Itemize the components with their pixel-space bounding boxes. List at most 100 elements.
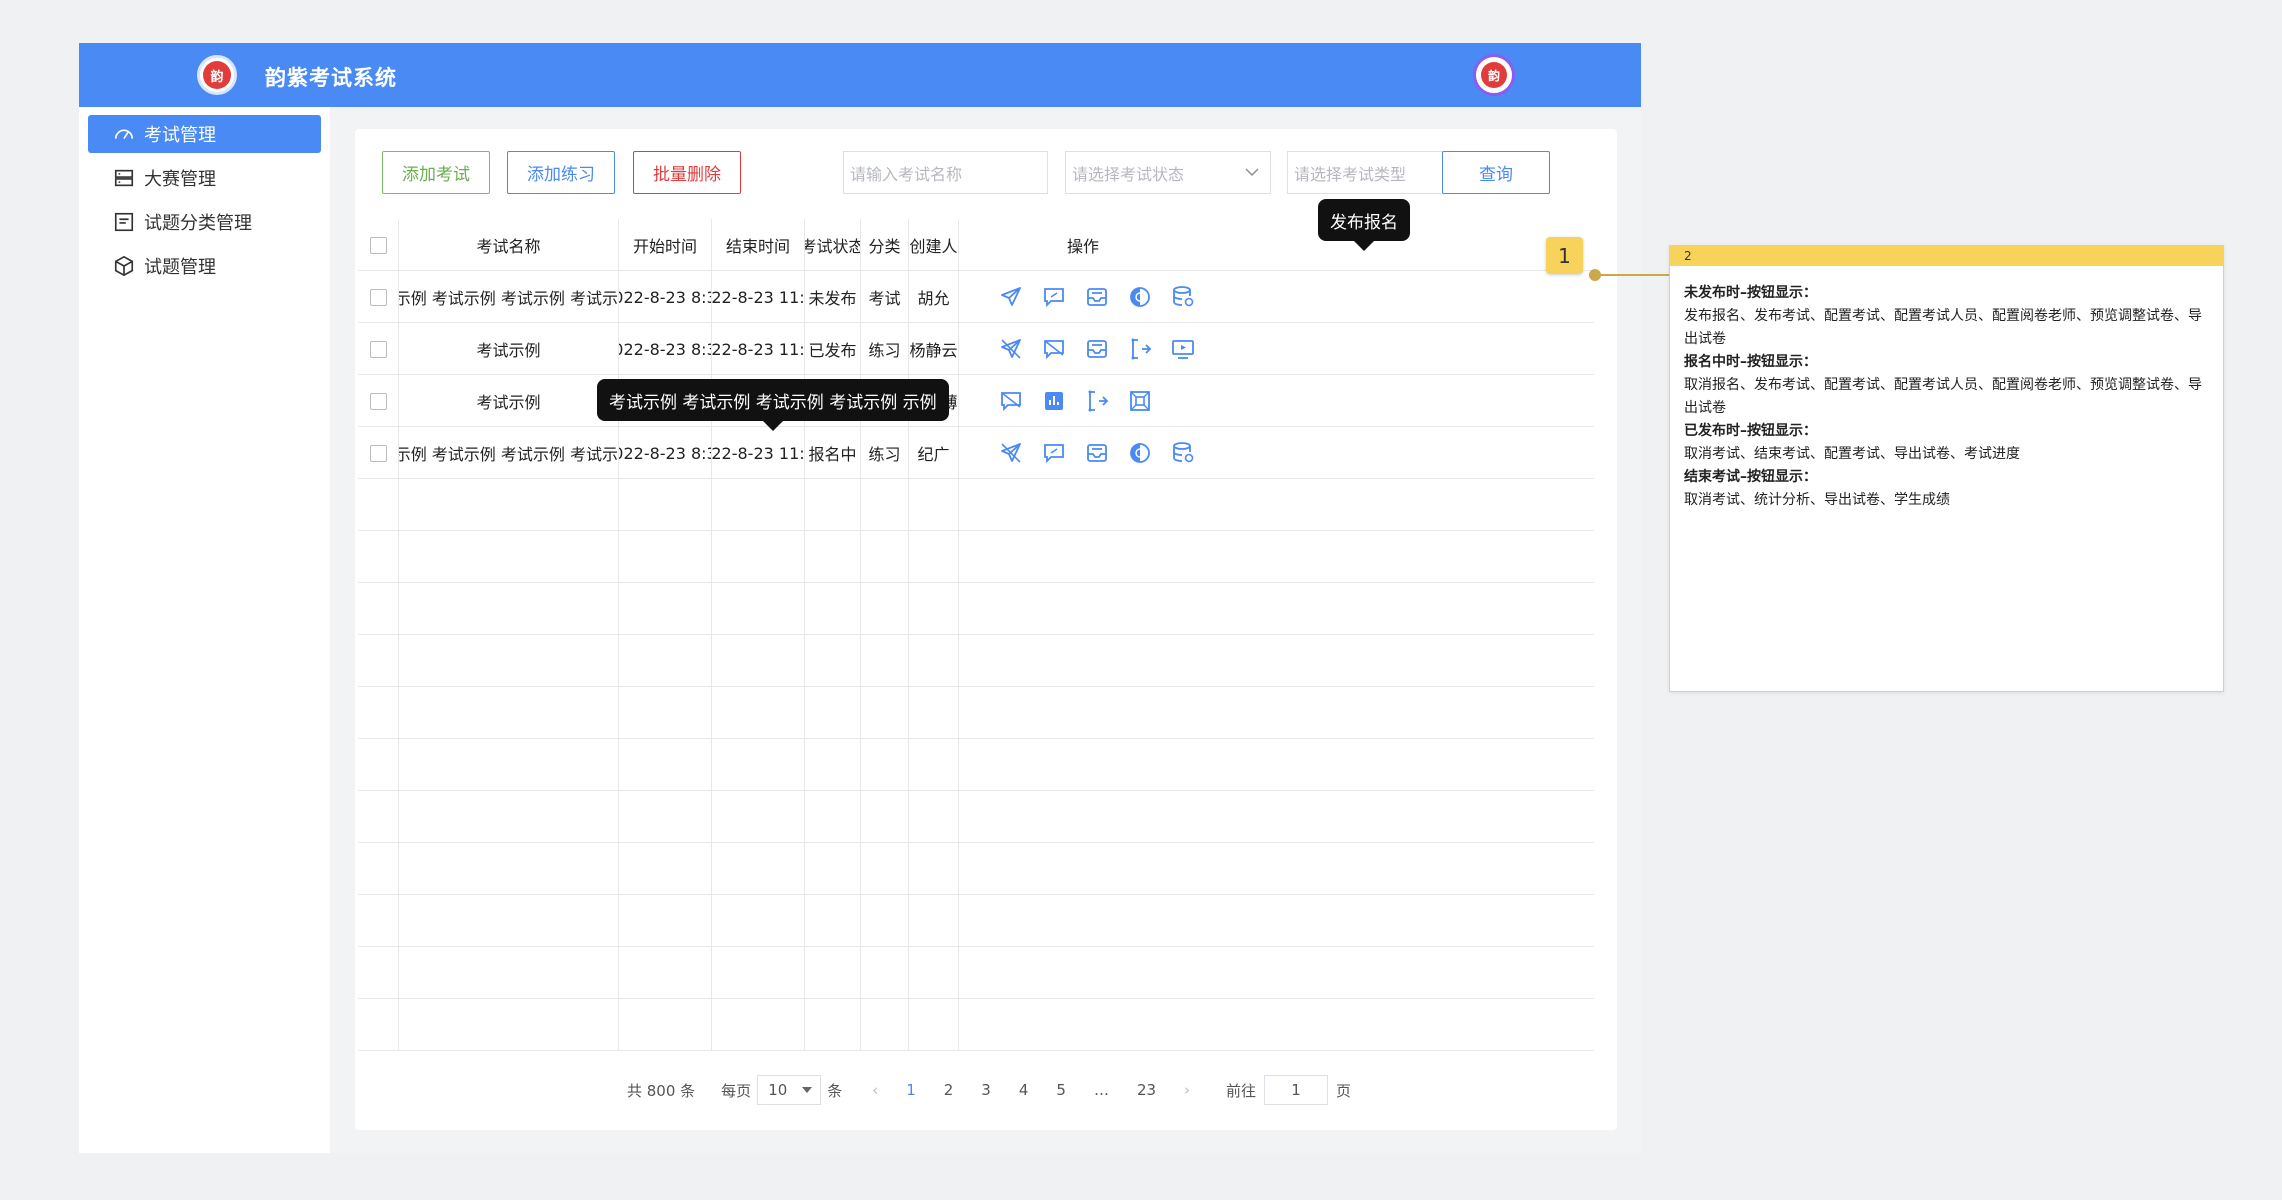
page-number[interactable]: 2 <box>944 1081 954 1099</box>
cell-category: 练习 <box>861 427 909 479</box>
empty-cell <box>805 635 861 687</box>
empty-cell <box>805 531 861 583</box>
note-body: 未发布时–按钮显示： 发布报名、发布考试、配置考试、配置考试人员、配置阅卷老师、预… <box>1670 266 2223 512</box>
main-panel: 添加考试 添加练习 批量删除 请输入考试名称 请选择考试状态 请选择考试类型 查… <box>355 129 1617 1130</box>
caret-down-icon <box>802 1087 813 1093</box>
empty-cell <box>909 843 959 895</box>
table-row: 考试示例2022-8-23 8:302022-8-23 11:30已发布练习杨静… <box>358 323 1594 375</box>
empty-cell <box>909 583 959 635</box>
message-off-icon[interactable] <box>1042 337 1066 361</box>
sidebar-item-1[interactable]: 大赛管理 <box>88 159 321 197</box>
publish-tooltip: 发布报名 <box>1318 199 1410 251</box>
total-count: 共 800 条 <box>627 1081 696 1100</box>
sidebar-item-2[interactable]: 试题分类管理 <box>88 203 321 241</box>
exam-name-search-input[interactable]: 请输入考试名称 <box>843 151 1048 194</box>
cell-start: 2022-8-23 8:30 <box>619 427 712 479</box>
checkbox-cell <box>358 323 399 375</box>
database-icon[interactable] <box>1171 285 1195 309</box>
empty-row <box>358 739 1594 791</box>
page-number[interactable]: … <box>1094 1081 1109 1099</box>
cell-status: 未发布 <box>805 271 861 323</box>
empty-cell <box>399 635 619 687</box>
exam-status-select[interactable]: 请选择考试状态 <box>1065 151 1271 194</box>
row-checkbox[interactable] <box>369 340 387 358</box>
empty-cell <box>712 531 805 583</box>
cell-category: 练习 <box>861 323 909 375</box>
cell-end: 2022-8-23 11:30 <box>712 427 805 479</box>
export-icon[interactable] <box>1085 389 1109 413</box>
monitor-play-icon[interactable] <box>1171 337 1195 361</box>
select-all-cell <box>358 219 399 271</box>
goto-page-input[interactable]: 1 <box>1264 1075 1329 1105</box>
empty-cell <box>959 531 1207 583</box>
message-edit-icon[interactable] <box>1042 441 1066 465</box>
cell-creator: 杨静云 <box>909 323 959 375</box>
page-list: 1 2 3 4 5… 23 <box>892 1081 1170 1099</box>
empty-row <box>358 999 1594 1051</box>
empty-cell <box>959 739 1207 791</box>
empty-row <box>358 843 1594 895</box>
sidebar-item-label: 大赛管理 <box>144 169 216 190</box>
query-button[interactable]: 查询 <box>1442 151 1550 194</box>
next-page-button[interactable]: › <box>1184 1081 1190 1099</box>
send-icon[interactable] <box>999 285 1023 309</box>
row-checkbox[interactable] <box>369 444 387 462</box>
send-cancel-icon[interactable] <box>999 337 1023 361</box>
cell-creator: 胡允 <box>909 271 959 323</box>
inbox-icon[interactable] <box>1085 441 1109 465</box>
note-section-title: 未发布时–按钮显示： <box>1684 285 1817 301</box>
page-number[interactable]: 4 <box>1019 1081 1029 1099</box>
cell-operations <box>959 323 1207 375</box>
row-checkbox[interactable] <box>369 236 387 254</box>
inbox-icon[interactable] <box>1085 285 1109 309</box>
page-number[interactable]: 3 <box>981 1081 991 1099</box>
empty-cell <box>712 843 805 895</box>
send-cancel-icon[interactable] <box>999 441 1023 465</box>
sidebar-item-3[interactable]: 试题管理 <box>88 247 321 285</box>
row-checkbox[interactable] <box>369 288 387 306</box>
empty-cell <box>861 635 909 687</box>
cell-start: 2022-8-23 8:30 <box>619 271 712 323</box>
empty-cell <box>619 635 712 687</box>
database-icon[interactable] <box>1171 441 1195 465</box>
note-section-text: 取消考试、结束考试、配置考试、导出试卷、考试进度 <box>1684 446 2020 462</box>
sidebar-item-0[interactable]: 考试管理 <box>88 115 321 153</box>
chevron-down-icon <box>1245 168 1259 177</box>
bar-chart-icon[interactable] <box>1042 389 1066 413</box>
row-checkbox[interactable] <box>369 392 387 410</box>
contrast-icon[interactable] <box>1128 285 1152 309</box>
page-number[interactable]: 1 <box>906 1081 916 1099</box>
per-page-select[interactable]: 10 <box>757 1075 822 1105</box>
empty-cell <box>358 895 399 947</box>
app-logo: 韵 <box>197 55 237 95</box>
empty-cell <box>959 999 1207 1051</box>
add-exam-button[interactable]: 添加考试 <box>382 151 490 194</box>
contrast-icon[interactable] <box>1128 441 1152 465</box>
message-edit-icon[interactable] <box>1042 285 1066 309</box>
empty-cell <box>619 583 712 635</box>
prev-page-button[interactable]: ‹ <box>872 1081 878 1099</box>
empty-cell <box>358 791 399 843</box>
name-tooltip: 考试示例 考试示例 考试示例 考试示例 示例 <box>597 379 949 431</box>
cell-category: 考试 <box>861 271 909 323</box>
empty-cell <box>358 739 399 791</box>
batch-delete-button[interactable]: 批量删除 <box>633 151 741 194</box>
user-avatar[interactable]: 韵 <box>1473 54 1515 96</box>
page-number[interactable]: 23 <box>1137 1081 1156 1099</box>
add-practice-button[interactable]: 添加练习 <box>507 151 615 194</box>
empty-row <box>358 947 1594 999</box>
empty-cell <box>959 583 1207 635</box>
empty-cell <box>399 791 619 843</box>
cell-end: 2022-8-23 11:30 <box>712 323 805 375</box>
message-off-icon[interactable] <box>999 389 1023 413</box>
export-icon[interactable] <box>1128 337 1152 361</box>
empty-cell <box>805 479 861 531</box>
page-number[interactable]: 5 <box>1056 1081 1066 1099</box>
inbox-icon[interactable] <box>1085 337 1109 361</box>
exam-type-placeholder: 请选择考试类型 <box>1294 164 1407 184</box>
table-row: 考试示例 考试示例 考试示例 考试示例 ...2022-8-23 8:30202… <box>358 427 1594 479</box>
empty-cell <box>399 843 619 895</box>
score-icon[interactable] <box>1128 389 1152 413</box>
column-header: 结束时间 <box>712 219 805 271</box>
avatar-glyph: 韵 <box>1481 62 1507 88</box>
